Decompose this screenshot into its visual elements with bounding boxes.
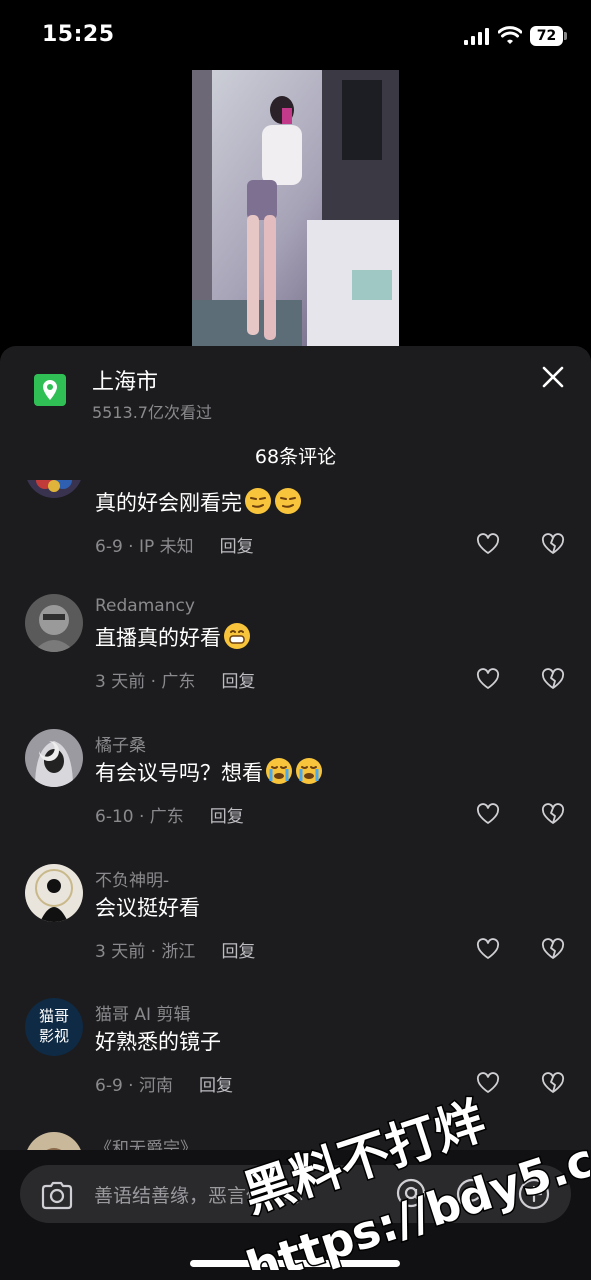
comment-text: 直播真的好看 (95, 622, 251, 652)
smirk-emoji-icon (245, 488, 271, 514)
like-heart-icon[interactable] (476, 803, 500, 825)
cellular-signal-icon (464, 28, 489, 45)
dislike-broken-heart-icon[interactable] (541, 938, 565, 960)
comment-item: 真的好会刚看完 6-9 · IP 未知 回复 (0, 480, 591, 574)
reply-button[interactable]: 回复 (199, 1076, 233, 1096)
reply-button[interactable]: 回复 (221, 942, 255, 962)
input-placeholder: 善语结善缘，恶言伤人心 (94, 1185, 304, 1207)
comment-username[interactable]: 橘子桑 (95, 731, 146, 756)
comment-item: 不负神明- 会议挺好看 3 天前 · 浙江 回复 (0, 864, 591, 998)
avatar[interactable] (25, 864, 83, 922)
add-icon[interactable] (517, 1177, 551, 1211)
avatar-text: 影视 (38, 1027, 69, 1045)
close-icon[interactable] (540, 364, 566, 390)
location-views: 5513.7亿次看过 (92, 403, 212, 422)
status-bar: 15:25 72 (0, 0, 591, 70)
comment-username[interactable]: 猫哥 AI 剪辑 (95, 1000, 190, 1025)
avatar-text: 猫哥 (38, 1007, 69, 1025)
smirk-emoji-icon (275, 488, 301, 514)
wifi-icon (498, 26, 522, 44)
comment-item: Redamancy 直播真的好看 3 天前 · 广东 回复 (0, 594, 591, 728)
comment-item: 《和无爵宗》 (0, 1132, 591, 1150)
clock: 15:25 (42, 22, 115, 47)
comment-count: 68条评论 (254, 446, 337, 468)
dislike-broken-heart-icon[interactable] (541, 533, 565, 555)
comment-item: 猫哥 影视 猫哥 AI 剪辑 好熟悉的镜子 6-9 · 河南 回复 (0, 998, 591, 1132)
comment-meta: 3 天前 · 广东 回复 (95, 672, 256, 692)
comment-username[interactable]: 《和无爵宗》 (95, 1134, 197, 1150)
dislike-broken-heart-icon[interactable] (541, 668, 565, 690)
comment-item: 橘子桑 有会议号吗？想看 6-10 · 广东 回复 (0, 729, 591, 863)
comment-text: 会议挺好看 (95, 896, 200, 920)
comment-input[interactable]: 善语结善缘，恶言伤人心 (20, 1165, 571, 1223)
avatar[interactable] (25, 729, 83, 787)
reply-button[interactable]: 回复 (220, 537, 254, 557)
like-heart-icon[interactable] (476, 668, 500, 690)
comment-meta: 6-9 · IP 未知 回复 (95, 537, 254, 557)
comment-meta: 6-9 · 河南 回复 (95, 1076, 233, 1096)
location-pin-icon (34, 374, 66, 406)
comment-meta: 6-10 · 广东 回复 (95, 807, 244, 827)
crying-emoji-icon (296, 758, 322, 784)
dislike-broken-heart-icon[interactable] (541, 803, 565, 825)
dislike-broken-heart-icon[interactable] (541, 1072, 565, 1094)
comment-text: 好熟悉的镜子 (95, 1030, 221, 1054)
camera-icon[interactable] (40, 1180, 74, 1210)
video-thumbnail[interactable] (192, 70, 399, 350)
comments-sheet: 上海市 5513.7亿次看过 68条评论 真的好会刚看完 6-9 · IP 未知… (0, 346, 591, 1280)
comment-list: 真的好会刚看完 6-9 · IP 未知 回复 Redamancy 直播真的好看 3… (0, 480, 591, 1150)
comment-input-bar: 善语结善缘，恶言伤人心 (0, 1150, 591, 1280)
battery-icon: 72 (530, 26, 568, 46)
comment-text: 有会议号吗？想看 (95, 757, 323, 787)
emoji-icon[interactable] (455, 1177, 489, 1211)
like-heart-icon[interactable] (476, 938, 500, 960)
home-indicator[interactable] (190, 1260, 400, 1267)
reply-button[interactable]: 回复 (221, 672, 255, 692)
comment-username[interactable]: Redamancy (95, 596, 195, 616)
avatar[interactable] (25, 594, 83, 652)
comment-text: 真的好会刚看完 (95, 487, 302, 517)
avatar[interactable] (25, 480, 83, 498)
like-heart-icon[interactable] (476, 1072, 500, 1094)
avatar[interactable]: 猫哥 影视 (25, 998, 83, 1056)
location-title[interactable]: 上海市 (92, 364, 158, 396)
like-heart-icon[interactable] (476, 533, 500, 555)
at-mention-icon[interactable] (395, 1177, 427, 1209)
avatar[interactable] (25, 1132, 83, 1150)
comment-meta: 3 天前 · 浙江 回复 (95, 942, 256, 962)
comment-username[interactable]: 不负神明- (95, 866, 169, 891)
crying-emoji-icon (266, 758, 292, 784)
reply-button[interactable]: 回复 (210, 807, 244, 827)
battery-level: 72 (530, 26, 563, 46)
grin-emoji-icon (224, 623, 250, 649)
